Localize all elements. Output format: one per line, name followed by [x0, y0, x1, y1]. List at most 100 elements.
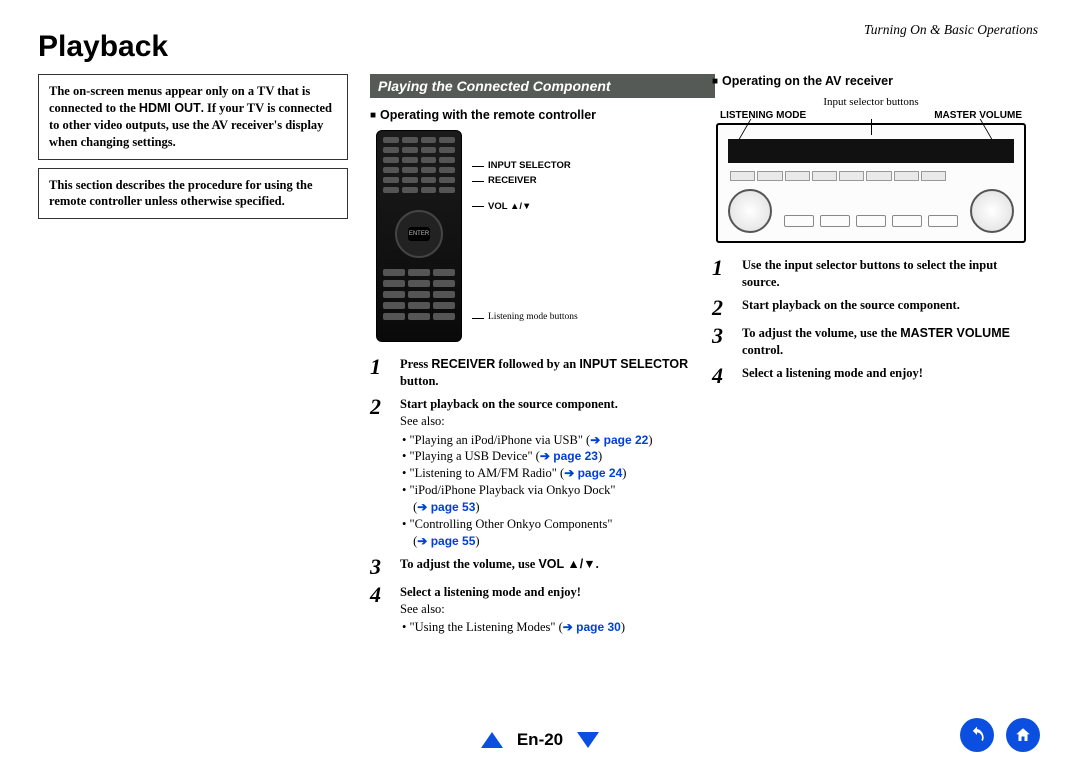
t: control.: [742, 343, 783, 357]
step-number: 2: [370, 396, 390, 550]
remote-diagram: ENTER INPUT SELECTOR RECEIVER VOL ▲/▼ Li…: [376, 130, 690, 342]
step-number: 4: [712, 365, 732, 387]
step1-lead: Press RECEIVER followed by an INPUT SELE…: [400, 357, 688, 388]
t: To adjust the volume, use the: [742, 326, 900, 340]
master-volume-knob-icon: [970, 189, 1014, 233]
t: page 55: [431, 534, 476, 548]
t: ): [598, 449, 602, 463]
t: ): [648, 433, 652, 447]
rstep3-lead: To adjust the volume, use the MASTER VOL…: [742, 326, 1010, 357]
step-1: 1 Use the input selector buttons to sele…: [712, 257, 1032, 291]
column-right: Operating on the AV receiver Input selec…: [712, 74, 1032, 642]
see-also: See also:: [400, 602, 445, 616]
step-number: 3: [370, 556, 390, 578]
xref-item: "Using the Listening Modes" (➔ page 30): [402, 619, 690, 636]
xref-item: "Listening to AM/FM Radio" (➔ page 24): [402, 465, 690, 482]
t: page 30: [576, 620, 621, 634]
t: .: [596, 557, 599, 571]
step3-lead: To adjust the volume, use VOL ▲/▼.: [400, 557, 599, 571]
t: RECEIVER: [431, 357, 495, 371]
steps-receiver: 1 Use the input selector buttons to sele…: [712, 257, 1032, 387]
step-number: 1: [712, 257, 732, 291]
t: To adjust the volume, use: [400, 557, 538, 571]
t: page 23: [553, 449, 598, 463]
t: ): [621, 620, 625, 634]
t: followed by an: [495, 357, 579, 371]
step-4: 4 Select a listening mode and enjoy! See…: [370, 584, 690, 637]
listening-mode-knob-icon: [728, 189, 772, 233]
t: INPUT SELECTOR: [579, 357, 688, 371]
t: "iPod/iPhone Playback via Onkyo Dock": [410, 483, 616, 497]
t: button.: [400, 374, 439, 388]
page-link-24[interactable]: ➔ page 24: [564, 466, 622, 480]
rstep2-lead: Start playback on the source component.: [742, 298, 960, 312]
callout-receiver: RECEIVER: [474, 175, 578, 186]
next-page-button[interactable]: [577, 732, 599, 748]
t: "Controlling Other Onkyo Components": [410, 517, 613, 531]
t: "Playing a USB Device" (: [410, 449, 540, 463]
t: MASTER VOLUME: [900, 326, 1010, 340]
remote-body-icon: ENTER: [376, 130, 462, 342]
step-number: 2: [712, 297, 732, 319]
page-link-23[interactable]: ➔ page 23: [540, 449, 598, 463]
step-1: 1 Press RECEIVER followed by an INPUT SE…: [370, 356, 690, 390]
step-2: 2 Start playback on the source component…: [712, 297, 1032, 319]
step-4: 4 Select a listening mode and enjoy!: [712, 365, 1032, 387]
rstep4-lead: Select a listening mode and enjoy!: [742, 366, 923, 380]
step4-lead: Select a listening mode and enjoy!: [400, 585, 581, 599]
breadcrumb: Turning On & Basic Operations: [864, 22, 1038, 38]
t: page 53: [431, 500, 476, 514]
page-link-30[interactable]: ➔ page 30: [563, 620, 621, 634]
page-link-22[interactable]: ➔ page 22: [590, 433, 648, 447]
label-listening-mode: LISTENING MODE: [720, 110, 806, 121]
receiver-caption: Input selector buttons: [716, 96, 1026, 108]
remote-callouts: INPUT SELECTOR RECEIVER VOL ▲/▼ Listenin…: [474, 130, 578, 342]
t: Press: [400, 357, 431, 371]
home-icon: [1014, 726, 1032, 744]
step-3: 3 To adjust the volume, use VOL ▲/▼.: [370, 556, 690, 578]
t: "Playing an iPod/iPhone via USB" (: [410, 433, 591, 447]
page-link-55[interactable]: ➔ page 55: [417, 534, 475, 548]
t: ): [475, 500, 479, 514]
t: page 24: [578, 466, 623, 480]
callout-input-selector: INPUT SELECTOR: [474, 160, 578, 171]
column-middle: Playing the Connected Component Operatin…: [370, 74, 690, 642]
page-footer: En-20: [0, 730, 1080, 750]
subhead-receiver: Operating on the AV receiver: [712, 74, 1032, 88]
prev-page-button[interactable]: [481, 732, 503, 748]
see-also: See also:: [400, 414, 445, 428]
xref-item: "iPod/iPhone Playback via Onkyo Dock" (➔…: [402, 482, 690, 516]
t: VOL ▲/▼: [538, 557, 595, 571]
callout-listening-mode: Listening mode buttons: [474, 312, 578, 323]
note-remote: This section describes the procedure for…: [38, 168, 348, 220]
xref-item: "Playing an iPod/iPhone via USB" (➔ page…: [402, 432, 690, 449]
steps-remote: 1 Press RECEIVER followed by an INPUT SE…: [370, 356, 690, 636]
callout-vol: VOL ▲/▼: [474, 201, 578, 212]
note-hdmi: The on-screen menus appear only on a TV …: [38, 74, 348, 160]
step-number: 3: [712, 325, 732, 359]
t: page 22: [604, 433, 649, 447]
step2-lead: Start playback on the source component.: [400, 397, 618, 411]
undo-icon: [967, 725, 987, 745]
receiver-body-icon: [716, 123, 1026, 243]
page-link-53[interactable]: ➔ page 53: [417, 500, 475, 514]
step-2: 2 Start playback on the source component…: [370, 396, 690, 550]
t: "Using the Listening Modes" (: [410, 620, 563, 634]
page-number: En-20: [517, 730, 563, 750]
subhead-remote: Operating with the remote controller: [370, 108, 690, 122]
column-left: The on-screen menus appear only on a TV …: [38, 74, 348, 642]
xref-item: "Controlling Other Onkyo Components" (➔ …: [402, 516, 690, 550]
section-banner: Playing the Connected Component: [370, 74, 715, 98]
t: ): [475, 534, 479, 548]
note1-hdmi: HDMI OUT: [139, 101, 201, 115]
rstep1-lead: Use the input selector buttons to select…: [742, 258, 997, 289]
t: "Listening to AM/FM Radio" (: [410, 466, 565, 480]
label-master-volume: MASTER VOLUME: [934, 110, 1022, 121]
back-button[interactable]: [960, 718, 994, 752]
home-button[interactable]: [1006, 718, 1040, 752]
receiver-diagram: Input selector buttons LISTENING MODE MA…: [716, 96, 1026, 243]
step-number: 1: [370, 356, 390, 390]
step-3: 3 To adjust the volume, use the MASTER V…: [712, 325, 1032, 359]
remote-enter-button: ENTER: [408, 227, 430, 241]
step-number: 4: [370, 584, 390, 637]
